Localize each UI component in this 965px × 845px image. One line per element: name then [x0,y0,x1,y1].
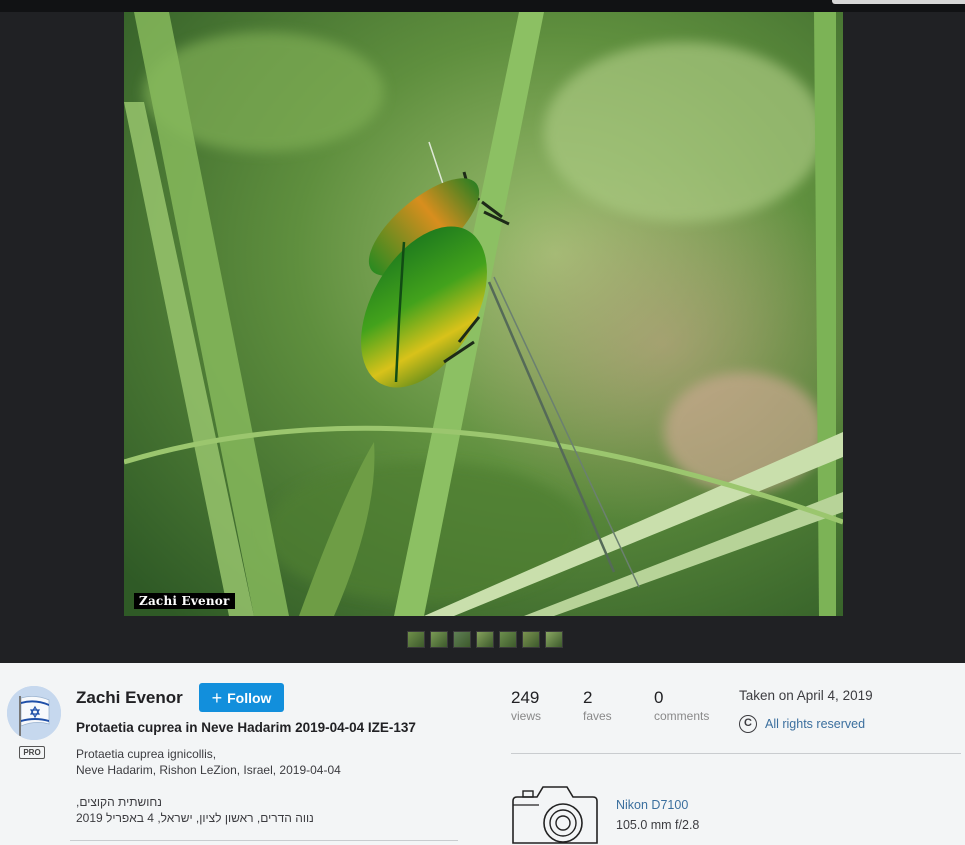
copyright-icon: C [739,715,757,733]
description-hebrew-line-2: נווה הדרים, ראשון לציון, ישראל, 4 באפריל… [76,811,314,825]
description-divider [70,840,458,841]
camera-lens-info: 105.0 mm f/2.8 [616,818,700,832]
description-line-2: Neve Hadarim, Rishon LeZion, Israel, 201… [76,763,341,777]
photo-thumbnail[interactable] [453,631,471,648]
photo-thumbnail[interactable] [476,631,494,648]
israel-flag-avatar-icon [7,686,61,740]
photo-thumbnail[interactable] [499,631,517,648]
pro-badge: PRO [19,746,45,759]
photo-thumbnail[interactable] [545,631,563,648]
stats-divider [511,753,961,754]
description-line-1: Protaetia cuprea ignicollis, [76,747,217,761]
photo-thumbnail[interactable] [407,631,425,648]
comments-count: 0 [654,688,664,707]
camera-model-link[interactable]: Nikon D7100 [616,798,688,812]
faves-label: faves [583,709,612,723]
license-info[interactable]: C All rights reserved [739,715,865,733]
photo-thumbnail[interactable] [522,631,540,648]
faves-stat[interactable]: 2 faves [583,688,612,723]
owner-avatar[interactable] [7,686,61,740]
views-count: 249 [511,688,540,707]
taken-date[interactable]: Taken on April 4, 2019 [739,688,873,703]
owner-name[interactable]: Zachi Evenor [76,688,183,708]
description-hebrew-line-1: נחושתית הקוצים, [76,795,162,809]
faves-count: 2 [583,688,593,707]
rights-link[interactable]: All rights reserved [765,717,865,731]
camera-icon [512,786,598,844]
follow-button[interactable]: + Follow [199,683,284,712]
views-label: views [511,709,542,723]
comments-stat[interactable]: 0 comments [654,688,709,723]
photo-watermark: Zachi Evenor [134,593,235,609]
top-right-menu-edge[interactable] [832,0,965,4]
photo-thumbnail[interactable] [430,631,448,648]
beetle-photo-image [124,12,843,616]
photo-thumbnail-strip [407,631,563,648]
views-stat: 249 views [511,688,541,723]
comments-label: comments [654,709,710,723]
photo-title: Protaetia cuprea in Neve Hadarim 2019-04… [76,720,416,735]
follow-button-label: Follow [227,689,272,706]
plus-icon: + [211,687,223,708]
top-navigation-bar [0,0,965,12]
main-photo[interactable]: Zachi Evenor [124,12,843,616]
